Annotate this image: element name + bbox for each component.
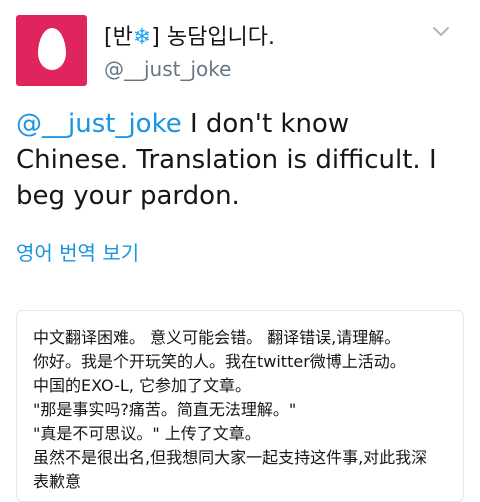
egg-icon [38, 28, 66, 70]
user-handle[interactable]: @__just_joke [104, 56, 231, 82]
snowflake-icon: ❄ [132, 25, 152, 50]
tweet-text: @__just_joke I don't know Chinese. Trans… [16, 106, 466, 214]
mention-link[interactable]: @__just_joke [16, 109, 182, 139]
translation-line: 表歉意 [33, 472, 82, 491]
translation-line: 你好。我是个开玩笑的人。我在twitter微博上活动。 [33, 352, 406, 371]
translation-text: 中文翻译困难。 意义可能会错。 翻译错误,请理解。 你好。我是个开玩笑的人。我在… [33, 326, 453, 494]
translation-line: 中文翻译困难。 意义可能会错。 翻译错误,请理解。 [33, 328, 401, 347]
display-name[interactable]: [반❄] 농담입니다. [104, 24, 275, 52]
translation-line: "真是不可思议。" 上传了文章。 [33, 424, 261, 443]
chevron-down-icon[interactable] [432, 26, 450, 38]
translation-line: 中国的EXO-L, 它参加了文章。 [33, 376, 251, 395]
display-name-prefix: [반 [104, 25, 133, 50]
translate-tweet-link[interactable]: 영어 번역 보기 [16, 239, 139, 267]
translation-line: 虽然不是很出名,但我想同大家一起支持这件事,对此我深 [33, 448, 428, 467]
translation-line: "那是事实吗?痛苦。简直无法理解。" [33, 400, 297, 419]
avatar[interactable] [16, 15, 87, 86]
display-name-suffix: ] 농담입니다. [151, 25, 276, 50]
translation-card: 中文翻译困难。 意义可能会错。 翻译错误,请理解。 你好。我是个开玩笑的人。我在… [16, 310, 464, 502]
